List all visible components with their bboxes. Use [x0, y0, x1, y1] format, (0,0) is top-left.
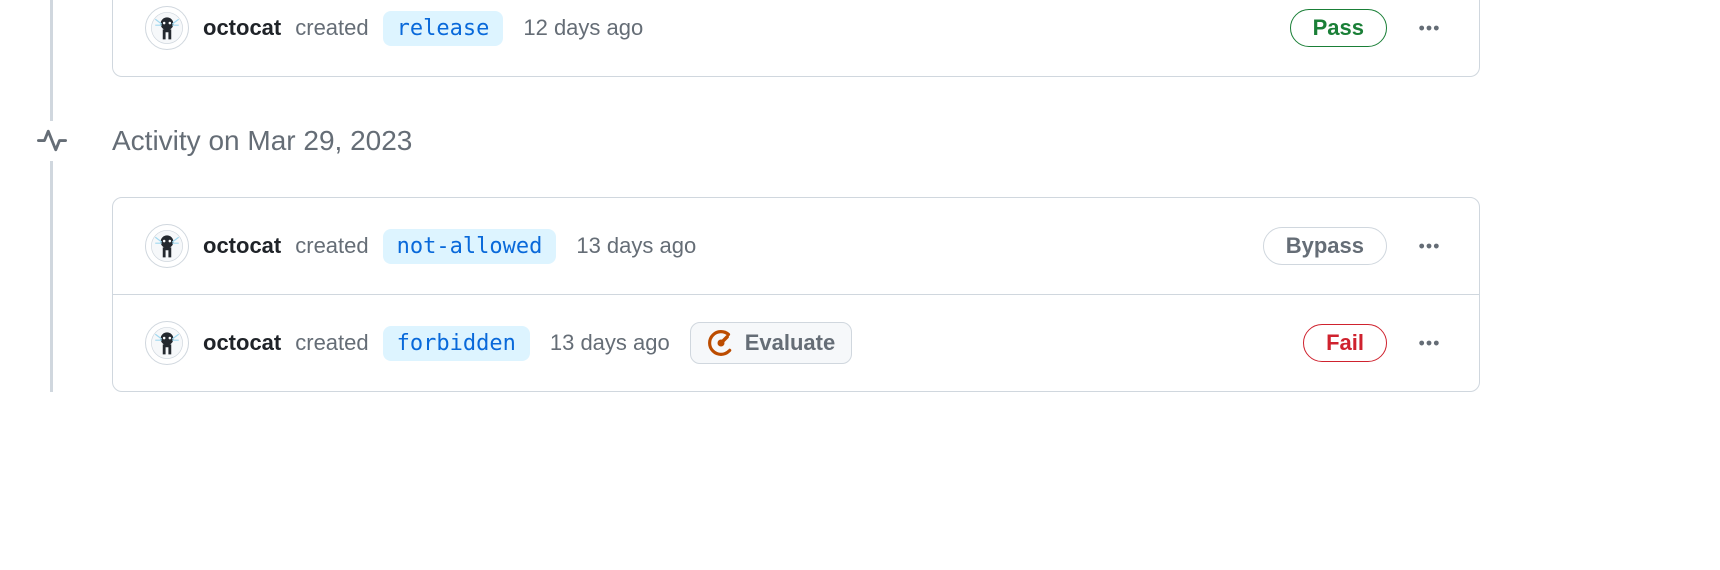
branch-tag[interactable]: not-allowed [383, 229, 557, 264]
status-badge-bypass: Bypass [1263, 227, 1387, 265]
pulse-icon [32, 121, 72, 161]
branch-tag[interactable]: forbidden [383, 326, 530, 361]
kebab-icon [1416, 15, 1442, 41]
activity-actions: Pass [1290, 9, 1447, 47]
octocat-icon [150, 326, 184, 360]
branch-tag[interactable]: release [383, 11, 504, 46]
time-text: 12 days ago [523, 15, 643, 41]
time-text: 13 days ago [550, 330, 670, 356]
status-badge-pass: Pass [1290, 9, 1387, 47]
kebab-menu-button[interactable] [1411, 10, 1447, 46]
activity-actions: Fail [1303, 324, 1447, 362]
activity-info: octocat created release 12 days ago [145, 6, 1274, 50]
activity-info: octocat created not-allowed 13 days ago [145, 224, 1247, 268]
action-text: created [295, 233, 368, 259]
evaluate-label: Evaluate [745, 330, 836, 356]
kebab-menu-button[interactable] [1411, 325, 1447, 361]
kebab-menu-button[interactable] [1411, 228, 1447, 264]
time-text: 13 days ago [576, 233, 696, 259]
status-badge-fail: Fail [1303, 324, 1387, 362]
timeline-line [50, 0, 53, 392]
action-text: created [295, 330, 368, 356]
activity-actions: Bypass [1263, 227, 1447, 265]
octocat-icon [150, 11, 184, 45]
username[interactable]: octocat [203, 15, 281, 41]
octocat-icon [150, 229, 184, 263]
username[interactable]: octocat [203, 233, 281, 259]
activity-group: octocat created release 12 days ago Pass [112, 0, 1480, 77]
avatar[interactable] [145, 6, 189, 50]
activity-row[interactable]: octocat created forbidden 13 days ago Ev… [113, 294, 1479, 391]
kebab-icon [1416, 330, 1442, 356]
avatar[interactable] [145, 321, 189, 365]
activity-row[interactable]: octocat created release 12 days ago Pass [113, 0, 1479, 76]
activity-group: octocat created not-allowed 13 days ago … [112, 197, 1480, 392]
date-header: Activity on Mar 29, 2023 [58, 121, 1480, 161]
activity-row[interactable]: octocat created not-allowed 13 days ago … [113, 198, 1479, 294]
gauge-icon [707, 329, 735, 357]
action-text: created [295, 15, 368, 41]
activity-info: octocat created forbidden 13 days ago Ev… [145, 321, 1287, 365]
date-label: Activity on Mar 29, 2023 [112, 125, 412, 157]
kebab-icon [1416, 233, 1442, 259]
evaluate-badge[interactable]: Evaluate [690, 322, 853, 364]
username[interactable]: octocat [203, 330, 281, 356]
avatar[interactable] [145, 224, 189, 268]
